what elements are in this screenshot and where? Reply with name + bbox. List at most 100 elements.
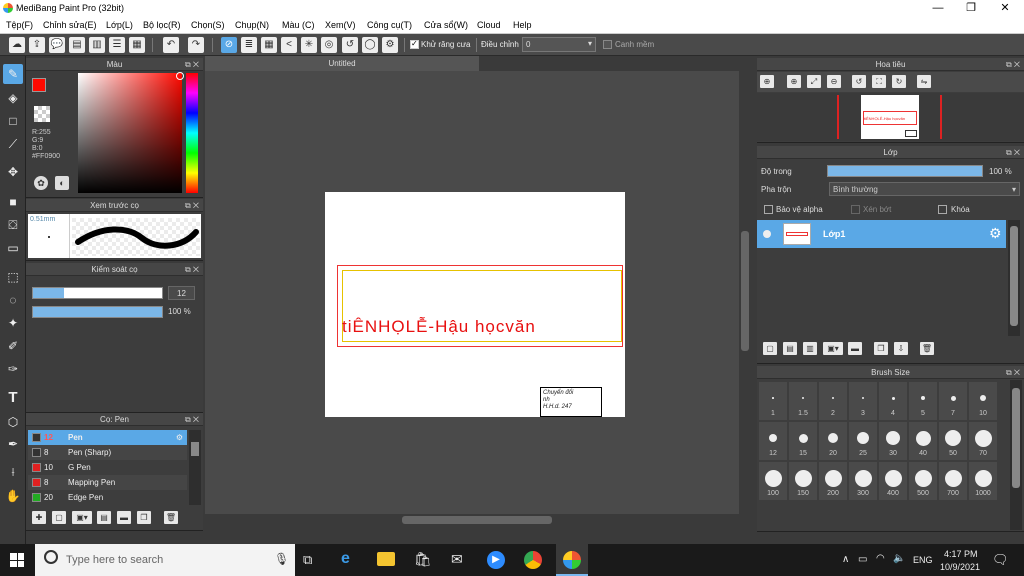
flip-icon[interactable]: ⇋ [917, 75, 931, 88]
brush-size-option[interactable]: 700 [939, 462, 967, 500]
brush-item-edge-pen[interactable]: 20 Edge Pen [28, 490, 187, 505]
zoom-app-icon[interactable]: ▶ [487, 551, 505, 569]
layer-gear-icon[interactable]: ⚙ [989, 225, 1002, 242]
new-layer-icon[interactable]: ▢ [763, 342, 777, 355]
maximize-button[interactable]: ❐ [959, 1, 983, 15]
menu-select[interactable]: Chọn(S) [191, 20, 225, 30]
menu-window[interactable]: Cửa sổ(W) [424, 20, 468, 30]
store-icon[interactable]: 🛍 [414, 551, 432, 568]
file-explorer-icon[interactable] [377, 552, 395, 566]
trash-icon[interactable]: 🗑 [164, 511, 178, 524]
brush-size-option[interactable]: 150 [789, 462, 817, 500]
panel-controls-icon[interactable]: ⧉ ✕ [1006, 58, 1020, 71]
language-indicator[interactable]: ENG [913, 555, 933, 565]
gradient-tool-icon[interactable]: ▭ [3, 238, 23, 258]
brush-settings-icon[interactable]: ▤ [97, 511, 111, 524]
undo-icon[interactable]: ↶ [163, 37, 179, 53]
layer-scrollbar[interactable] [1008, 220, 1020, 336]
panel-controls-icon[interactable]: ⧉ ✕ [1006, 366, 1020, 379]
brush-size-option[interactable]: 500 [909, 462, 937, 500]
brush-size-option[interactable]: 12 [759, 422, 787, 460]
layer-add-menu-icon[interactable]: ▣▾ [823, 342, 843, 355]
zoom-in-plus-icon[interactable]: ⊕ [787, 75, 801, 88]
comment-icon[interactable]: 💬 [49, 37, 65, 53]
brush-size-option[interactable]: 30 [879, 422, 907, 460]
redo-icon[interactable]: ↷ [188, 37, 204, 53]
duplicate-layer-icon[interactable]: ❐ [874, 342, 888, 355]
eye-icon[interactable] [763, 230, 771, 238]
select-eraser-icon[interactable]: ✑ [3, 359, 23, 379]
search-box[interactable]: Type here to search 🎙 [35, 544, 295, 576]
snap-checkbox[interactable] [603, 40, 612, 49]
brush-size-option[interactable]: 20 [819, 422, 847, 460]
cloud-icon[interactable]: ☁ [9, 37, 25, 53]
brush-size-option[interactable]: 70 [969, 422, 997, 460]
perspective-snap-icon[interactable]: < [281, 37, 297, 53]
clock-time[interactable]: 4:17 PM [944, 549, 978, 559]
brush-size-option[interactable]: 300 [849, 462, 877, 500]
divide-tool-icon[interactable]: ✒ [3, 434, 23, 454]
brush-size-option[interactable]: 40 [909, 422, 937, 460]
layer-folder-icon[interactable]: ▬ [848, 342, 862, 355]
brush-size-option[interactable]: 1.5 [789, 382, 817, 420]
bucket-tool-icon[interactable]: ⛋ [3, 215, 23, 235]
panel-controls-icon[interactable]: ⧉ ✕ [185, 413, 199, 426]
brush-size-option[interactable]: 50 [939, 422, 967, 460]
menu-tools[interactable]: Công cụ(T) [367, 20, 412, 30]
circle-snap-icon[interactable]: ◎ [321, 37, 337, 53]
task-view-icon[interactable]: ⧉ [303, 552, 312, 568]
antialias-checkbox[interactable] [410, 39, 419, 49]
operation-tool-icon[interactable]: ⬡ [3, 412, 23, 432]
brush-size-option[interactable]: 3 [849, 382, 877, 420]
canvas-vertical-scrollbar[interactable] [739, 71, 751, 514]
brush-size-option[interactable]: 25 [849, 422, 877, 460]
brush-size-option[interactable]: 7 [939, 382, 967, 420]
chrome-icon[interactable] [524, 551, 542, 569]
brush-size-option[interactable]: 15 [789, 422, 817, 460]
menu-edit[interactable]: Chỉnh sửa(E) [43, 20, 97, 30]
brush-size-option[interactable]: 2 [819, 382, 847, 420]
brush-item-pen-sharp[interactable]: 8 Pen (Sharp) [28, 445, 187, 460]
hue-slider[interactable] [186, 73, 198, 193]
menu-color[interactable]: Màu (C) [282, 20, 315, 30]
line-tool-icon[interactable]: ⟋ [3, 134, 23, 154]
snap-off-icon[interactable]: ⊘ [221, 37, 237, 53]
rotate-right-icon[interactable]: ↻ [892, 75, 906, 88]
brush-size-option[interactable]: 5 [909, 382, 937, 420]
new-8bit-layer-icon[interactable]: ▥ [803, 342, 817, 355]
volume-icon[interactable]: 🔈 [893, 553, 905, 564]
eyedropper-tool-icon[interactable]: ⟊ [3, 462, 23, 482]
brush-size-option[interactable]: 400 [879, 462, 907, 500]
gear-icon[interactable]: ⚙ [176, 430, 183, 445]
canvas-horizontal-scrollbar[interactable] [205, 514, 751, 526]
menu-layer[interactable]: Lớp(L) [106, 20, 133, 30]
brush-item-pen[interactable]: 12 Pen ⚙ [28, 430, 187, 445]
parallel-snap-icon[interactable]: ≣ [241, 37, 257, 53]
minimize-button[interactable]: — [926, 1, 950, 15]
close-button[interactable]: ✕ [993, 1, 1017, 15]
saturation-value-picker[interactable] [78, 73, 182, 193]
brush-tool-icon[interactable]: ✎ [3, 64, 23, 84]
brush-list-scrollbar[interactable] [189, 430, 201, 505]
menu-help[interactable]: Help [513, 20, 532, 30]
move-tool-icon[interactable]: ✥ [3, 162, 23, 182]
magic-wand-icon[interactable]: ✦ [3, 313, 23, 333]
lasso-tool-icon[interactable]: ◌ [3, 290, 23, 310]
clipping-checkbox[interactable] [851, 205, 860, 214]
menu-view[interactable]: Xem(V) [325, 20, 356, 30]
page-icon[interactable]: ▥ [89, 37, 105, 53]
mail-icon[interactable]: ✉ [451, 551, 463, 568]
brush-item-g-pen[interactable]: 10 G Pen [28, 460, 187, 475]
brush-size-slider[interactable] [32, 287, 163, 299]
edge-icon[interactable]: e [341, 550, 350, 568]
brush-size-option[interactable]: 1000 [969, 462, 997, 500]
rotate-left-icon[interactable]: ↺ [852, 75, 866, 88]
wifi-icon[interactable]: ◠ [876, 553, 885, 564]
medibang-taskbar-button[interactable] [556, 544, 588, 576]
share-icon[interactable]: ⇪ [29, 37, 45, 53]
panel-controls-icon[interactable]: ⧉ ✕ [185, 58, 199, 71]
panel-icon[interactable]: ▤ [69, 37, 85, 53]
layer-opacity-slider[interactable] [827, 165, 983, 177]
microphone-icon[interactable]: 🎙 [274, 552, 289, 566]
brush-size-scrollbar[interactable] [1010, 380, 1022, 530]
